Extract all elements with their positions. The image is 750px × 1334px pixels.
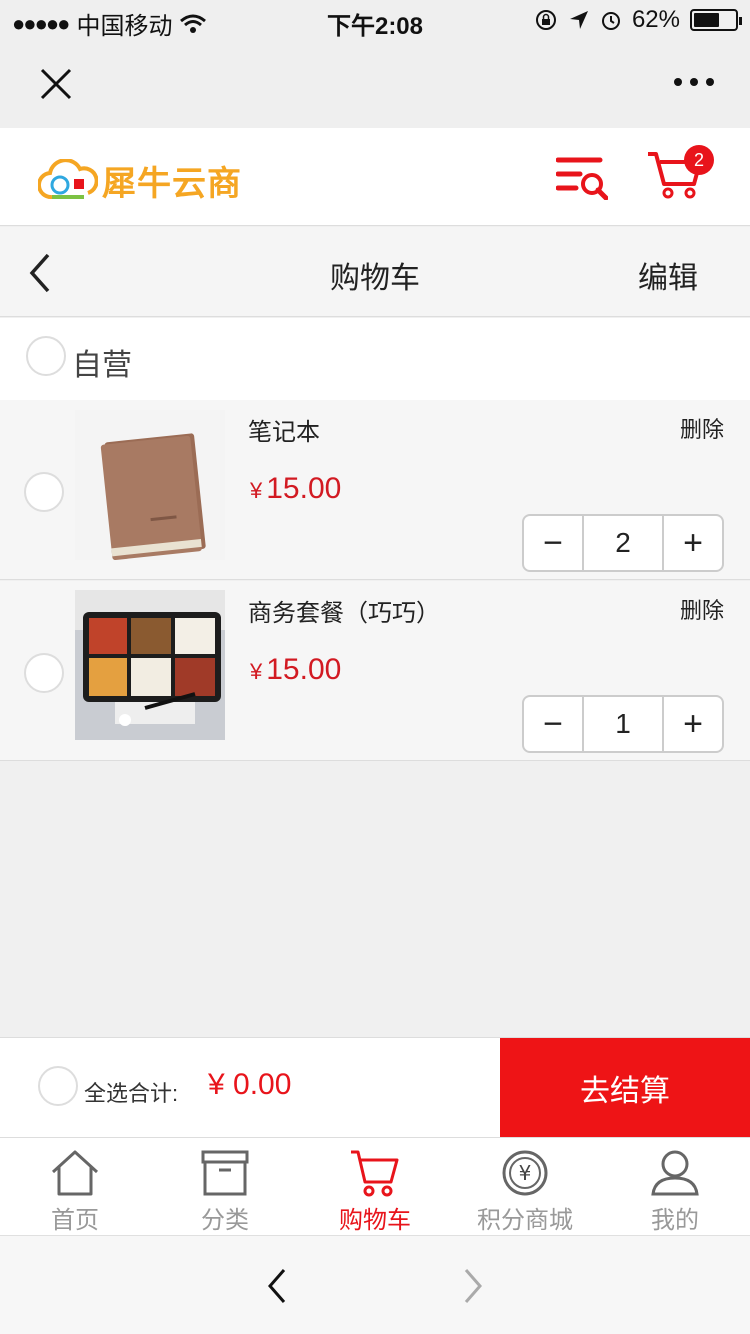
quantity-value[interactable]: 1 xyxy=(582,697,664,751)
location-arrow-icon xyxy=(569,11,588,29)
currency-symbol: ¥ xyxy=(250,478,263,503)
logo-text: 犀牛云商 xyxy=(102,156,242,205)
bottom-tabbar: 首页 分类 购物车 ¥ 积分商城 我的 xyxy=(0,1137,750,1235)
tab-points-mall[interactable]: ¥ 积分商城 xyxy=(450,1138,600,1235)
browser-toolbar xyxy=(0,1235,750,1334)
edit-button[interactable]: 编辑 xyxy=(638,253,698,297)
price-value: 15.00 xyxy=(266,653,342,686)
tab-label: 购物车 xyxy=(339,1207,411,1234)
select-all-radio[interactable] xyxy=(38,1066,78,1106)
increase-button[interactable]: + xyxy=(664,697,722,751)
quantity-value[interactable]: 2 xyxy=(582,516,664,570)
tab-cart[interactable]: 购物车 xyxy=(300,1138,450,1235)
page-title-bar: 购物车 编辑 xyxy=(0,227,750,317)
more-options-icon[interactable] xyxy=(674,78,714,86)
item-price: ¥15.00 xyxy=(250,472,341,506)
item-select-radio[interactable] xyxy=(24,653,64,693)
tab-mine[interactable]: 我的 xyxy=(600,1138,750,1235)
alarm-icon xyxy=(601,12,620,30)
rotation-lock-icon xyxy=(535,10,556,30)
close-icon[interactable] xyxy=(36,64,76,104)
tab-label: 分类 xyxy=(201,1207,249,1234)
item-price: ¥15.00 xyxy=(250,653,341,687)
tab-home[interactable]: 首页 xyxy=(0,1138,150,1235)
decrease-button[interactable]: − xyxy=(524,697,582,751)
logo-text-value: 犀牛云商 xyxy=(102,165,242,203)
status-bar: ●●●●● 中国移动 下午2:08 62% xyxy=(0,0,750,40)
price-value: 15.00 xyxy=(266,472,342,505)
browser-nav xyxy=(0,40,750,128)
total-amount: ¥ 0.00 xyxy=(208,1068,292,1101)
delete-button[interactable]: 删除 xyxy=(680,412,724,444)
site-header: 犀牛云商 2 xyxy=(0,128,750,226)
decrease-button[interactable]: − xyxy=(524,516,582,570)
increase-button[interactable]: + xyxy=(664,516,722,570)
product-image-lunchbox[interactable] xyxy=(75,590,225,740)
battery-icon xyxy=(690,9,742,31)
tab-category[interactable]: 分类 xyxy=(150,1138,300,1235)
browser-forward-icon[interactable] xyxy=(458,1266,488,1306)
store-header-row: 自营 xyxy=(0,318,750,400)
item-name[interactable]: 笔记本 xyxy=(248,412,320,447)
cart-count-badge: 2 xyxy=(684,145,714,175)
notebook-image xyxy=(75,410,225,560)
lunchbox-image xyxy=(75,590,225,740)
user-icon xyxy=(651,1150,699,1196)
checkout-bar: 全选合计: ¥ 0.00 去结算 xyxy=(0,1037,750,1138)
battery-percent: 62% xyxy=(631,6,680,33)
tab-label: 积分商城 xyxy=(477,1207,573,1234)
product-image-notebook[interactable] xyxy=(75,410,225,560)
cart-item: 笔记本 删除 ¥15.00 − 2 + xyxy=(0,400,750,580)
svg-text:¥: ¥ xyxy=(519,1161,532,1185)
store-select-radio[interactable] xyxy=(26,336,66,376)
tab-label: 我的 xyxy=(651,1207,699,1234)
category-box-icon xyxy=(201,1150,249,1196)
cart-item: 商务套餐（巧巧） 删除 ¥15.00 − 1 + xyxy=(0,581,750,761)
browser-back-icon[interactable] xyxy=(262,1266,292,1306)
logo[interactable]: 犀牛云商 xyxy=(38,156,242,205)
quantity-stepper: − 2 + xyxy=(522,514,724,572)
points-coin-icon: ¥ xyxy=(502,1150,548,1196)
store-name: 自营 xyxy=(72,349,132,382)
item-select-radio[interactable] xyxy=(24,472,64,512)
select-all-label: 全选合计: xyxy=(84,1081,179,1106)
search-menu-icon[interactable] xyxy=(556,154,608,200)
delete-button[interactable]: 删除 xyxy=(680,593,724,625)
checkout-button[interactable]: 去结算 xyxy=(500,1038,750,1138)
item-name[interactable]: 商务套餐（巧巧） xyxy=(248,593,440,628)
quantity-stepper: − 1 + xyxy=(522,695,724,753)
home-icon xyxy=(51,1150,99,1196)
tab-label: 首页 xyxy=(51,1207,99,1234)
cart-icon xyxy=(351,1150,399,1197)
status-right: 62% xyxy=(534,6,742,34)
currency-symbol: ¥ xyxy=(250,659,263,684)
cloud-logo-icon xyxy=(38,158,98,199)
